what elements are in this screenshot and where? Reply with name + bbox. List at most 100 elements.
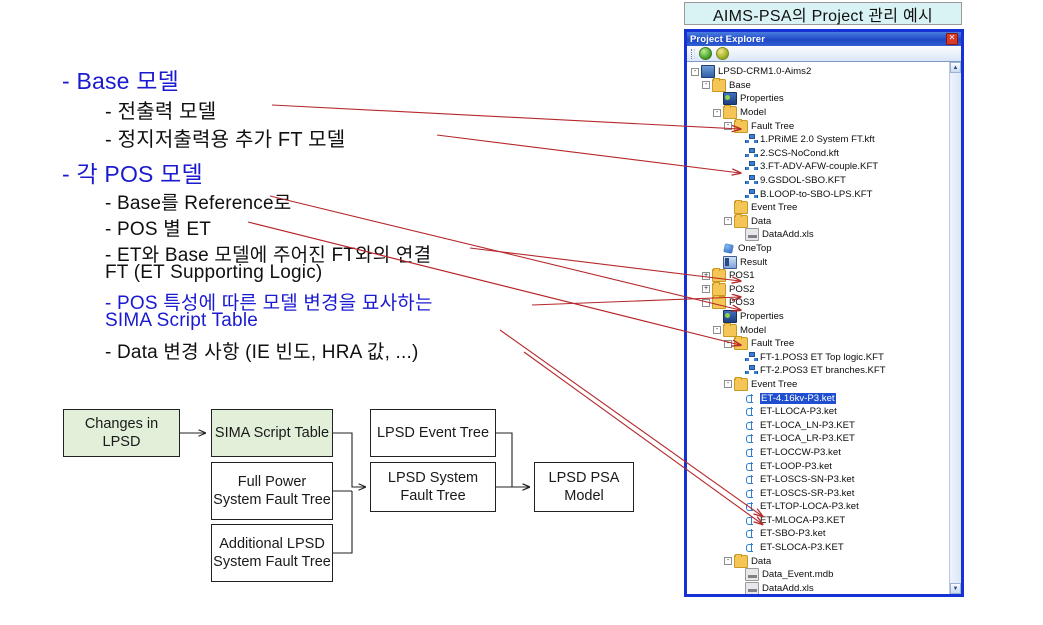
bullet-line-10: SIMA Script Table: [105, 310, 259, 331]
tree-item[interactable]: - Fault Tree: [687, 336, 949, 351]
tree-item[interactable]: Result: [687, 255, 949, 269]
tree-item-label: ET-LOCA_LR-P3.KET: [760, 433, 855, 445]
collapse-toggle-icon[interactable]: -: [713, 326, 721, 335]
tree-item[interactable]: FT-1.POS3 ET Top logic.KFT: [687, 350, 949, 364]
collapse-toggle-icon[interactable]: -: [702, 81, 710, 90]
tree-item[interactable]: ET-LOSCS-SN-P3.ket: [687, 473, 949, 487]
bullet-line-11: - Data 변경 사항 (IE 빈도, HRA 값, ...): [105, 342, 419, 363]
tree-item[interactable]: 9.GSDOL-SBO.KFT: [687, 174, 949, 188]
tree-item-label: Model: [740, 107, 767, 119]
tree-item[interactable]: ET-LLOCA-P3.ket: [687, 405, 949, 419]
tree-item[interactable]: - Event Tree: [687, 376, 949, 392]
tree-item[interactable]: - Fault Tree: [687, 118, 949, 133]
tree-item[interactable]: ET-LOCCW-P3.ket: [687, 446, 949, 460]
tree-item[interactable]: ET-SLOCA-P3.KET: [687, 541, 949, 555]
tree-item[interactable]: - Model: [687, 322, 949, 337]
tree-item[interactable]: ET-LOCA_LR-P3.KET: [687, 432, 949, 446]
ft-icon: [745, 188, 758, 200]
ft-icon: [745, 161, 758, 172]
explorer-toolbar: [687, 46, 961, 62]
folder-icon: [734, 336, 748, 351]
tree-item-label: POS3: [729, 297, 755, 309]
bullet-line-5: - Base를 Reference로: [105, 193, 292, 214]
tree-item[interactable]: - POS3: [687, 295, 949, 310]
tree-item-label: 3.FT-ADV-AFW-couple.KFT: [760, 161, 879, 173]
tree-item[interactable]: + POS2: [687, 281, 949, 297]
refresh-icon[interactable]: [699, 47, 712, 60]
tree-item[interactable]: ET-MLOCA-P3.KET: [687, 514, 949, 528]
project-explorer-region: AIMS-PSA의 Project 관리 예시 Project Explorer…: [681, 0, 971, 600]
file-icon: [745, 568, 759, 582]
tree-item[interactable]: 2.SCS-NoCond.kft: [687, 147, 949, 161]
tree-item-label: Data_Event.mdb: [762, 569, 834, 581]
tree-item[interactable]: 1.PRiME 2.0 System FT.kft: [687, 133, 949, 147]
bullet-line-8: FT (ET Supporting Logic): [105, 262, 323, 283]
scroll-up-icon[interactable]: ▲: [950, 62, 961, 73]
tree-item-label: FT-2.POS3 ET branches.KFT: [760, 365, 886, 377]
bullet-line-3: - 정지저출력용 추가 FT 모델: [105, 129, 346, 151]
collapse-toggle-icon[interactable]: -: [691, 67, 699, 76]
collapse-toggle-icon[interactable]: -: [713, 108, 721, 117]
window-title-label: Project Explorer: [690, 33, 765, 45]
tree-viewport: - LPSD-CRM1.0-Aims2- Base Properties - Model -…: [687, 61, 961, 594]
tree-item[interactable]: - Data: [687, 213, 949, 229]
tree-item-label: B.LOOP-to-SBO-LPS.KFT: [760, 188, 873, 200]
tree-item-label: OneTop: [738, 243, 772, 255]
tree-item[interactable]: - LPSD-CRM1.0-Aims2: [687, 65, 949, 79]
tree-item[interactable]: ET-4.16kv-P3.ket: [687, 391, 949, 405]
tree-item[interactable]: DataAdd.xls: [687, 581, 949, 594]
close-icon[interactable]: ✕: [946, 33, 958, 45]
tree-item[interactable]: - Base: [687, 77, 949, 93]
ft-icon: [745, 351, 758, 363]
tree-item[interactable]: ET-LOOP-P3.ket: [687, 459, 949, 473]
folder-icon: [712, 295, 726, 310]
tree-item[interactable]: OneTop: [687, 242, 949, 256]
tree-item[interactable]: ET-SBO-P3.ket: [687, 527, 949, 541]
tree-item-label: Data: [751, 555, 772, 567]
collapse-toggle-icon[interactable]: -: [724, 557, 732, 566]
tree-item-label: ET-SBO-P3.ket: [760, 528, 826, 540]
tree-item[interactable]: Properties: [687, 309, 949, 324]
scroll-down-icon[interactable]: ▼: [950, 583, 961, 594]
lpsd-flowchart: Changes in LPSD SIMA Script Table Full P…: [0, 396, 690, 596]
tree-item-label: 1.PRiME 2.0 System FT.kft: [760, 134, 875, 146]
expand-toggle-icon[interactable]: +: [702, 271, 710, 280]
tree-item[interactable]: FT-2.POS3 ET branches.KFT: [687, 364, 949, 378]
open-project-icon[interactable]: [716, 47, 729, 60]
collapse-toggle-icon[interactable]: -: [724, 217, 732, 226]
tree-item[interactable]: Properties: [687, 92, 949, 106]
tree-item[interactable]: ET-LOSCS-SR-P3.ket: [687, 486, 949, 500]
tree-item[interactable]: ET-LOCA_LN-P3.KET: [687, 418, 949, 432]
tree-vertical-scrollbar[interactable]: ▲ ▼: [949, 62, 961, 594]
collapse-toggle-icon[interactable]: -: [724, 380, 732, 389]
tree-item-label: DataAdd.xls: [762, 229, 814, 241]
tree-item[interactable]: DataAdd.xls: [687, 228, 949, 242]
bullet-text-block: - Base 모델 - 전출력 모델 - 정지저출력용 추가 FT 모델 - 각…: [0, 0, 690, 395]
tree-item-label: Model: [740, 324, 767, 336]
tree-item-label: 9.GSDOL-SBO.KFT: [760, 175, 846, 187]
tree-item[interactable]: 3.FT-ADV-AFW-couple.KFT: [687, 160, 949, 174]
collapse-toggle-icon[interactable]: -: [724, 339, 732, 348]
panel-caption: AIMS-PSA의 Project 관리 예시: [684, 2, 962, 25]
tree-item-label: ET-LOCCW-P3.ket: [760, 446, 841, 458]
onetop-icon: [723, 243, 735, 254]
et-icon: [745, 406, 757, 417]
tree-item[interactable]: ET-LTOP-LOCA-P3.ket: [687, 500, 949, 514]
tree-item[interactable]: - Data: [687, 553, 949, 568]
project-tree[interactable]: - LPSD-CRM1.0-Aims2- Base Properties - Model -…: [687, 62, 949, 594]
toolbar-grip-icon[interactable]: [691, 48, 695, 59]
collapse-toggle-icon[interactable]: -: [724, 122, 732, 131]
tree-item-label: Fault Tree: [751, 120, 795, 132]
tree-item[interactable]: + POS1: [687, 268, 949, 283]
project-explorer-window: Project Explorer ✕ - LPSD-CRM1.0-Aims2- Ba…: [684, 29, 964, 597]
folder-icon: [734, 213, 748, 228]
bullet-line-4: - 각 POS 모델: [62, 161, 203, 187]
tree-item[interactable]: Data_Event.mdb: [687, 568, 949, 582]
expand-toggle-icon[interactable]: +: [702, 285, 710, 294]
tree-item-label: ET-LLOCA-P3.ket: [760, 406, 837, 418]
tree-item[interactable]: - Model: [687, 105, 949, 120]
collapse-toggle-icon[interactable]: -: [702, 298, 710, 307]
tree-item[interactable]: B.LOOP-to-SBO-LPS.KFT: [687, 187, 949, 201]
tree-item[interactable]: Event Tree: [687, 200, 949, 215]
flow-box-sima-script-table: SIMA Script Table: [211, 409, 333, 457]
